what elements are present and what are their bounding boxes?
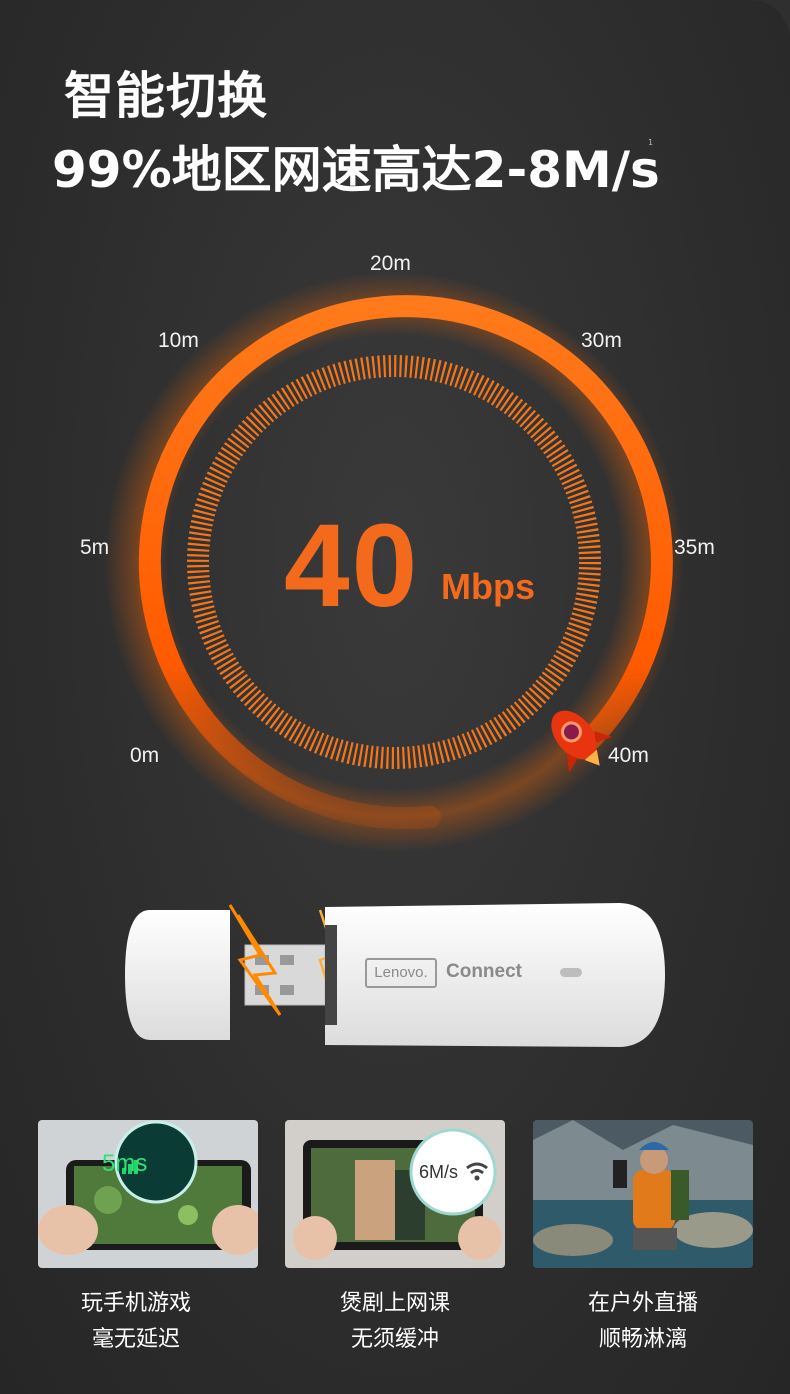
caption-line2: 顺畅淋漓 bbox=[598, 1327, 687, 1352]
gauge-label-40m: 40m bbox=[608, 744, 649, 767]
feature-card-streaming: 6M/s bbox=[285, 1120, 505, 1268]
lenovo-logo: Lenovo. bbox=[365, 958, 437, 988]
latency-badge: 5ms bbox=[102, 1150, 148, 1177]
speed-badge: 6M/s bbox=[419, 1162, 459, 1182]
dongle-cap bbox=[125, 910, 230, 1040]
feature-caption-gaming: 玩手机游戏 毫无延迟 bbox=[6, 1286, 266, 1358]
gauge-label-0m: 0m bbox=[130, 744, 160, 767]
feature-caption-outdoor: 在户外直播 顺畅淋漓 bbox=[513, 1286, 773, 1358]
caption-line1: 玩手机游戏 bbox=[80, 1291, 191, 1316]
gauge-label-35m: 35m bbox=[674, 536, 715, 559]
gauge-label-20m: 20m bbox=[370, 252, 411, 275]
feature-card-outdoor bbox=[533, 1120, 753, 1268]
feature-caption-streaming: 煲剧上网课 无须缓冲 bbox=[265, 1286, 525, 1358]
speed-value: 40 bbox=[284, 500, 420, 632]
outdoor-live-photo bbox=[533, 1120, 753, 1268]
page-background: 智能切换 99%地区网速高达2-8M/s 1 0m 5m 10m 20m 30m… bbox=[0, 0, 790, 1394]
status-led bbox=[560, 968, 582, 977]
tablet-photo bbox=[285, 1120, 505, 1268]
connect-logo: Connect bbox=[446, 961, 522, 982]
gauge-label-10m: 10m bbox=[158, 329, 199, 352]
gaming-photo bbox=[38, 1120, 258, 1268]
speed-gauge bbox=[104, 272, 684, 852]
caption-line2: 无须缓冲 bbox=[350, 1327, 439, 1352]
caption-line2: 毫无延迟 bbox=[91, 1327, 180, 1352]
caption-line1: 在户外直播 bbox=[587, 1291, 698, 1316]
gauge-label-5m: 5m bbox=[80, 536, 110, 559]
speed-unit: Mbps bbox=[441, 566, 535, 607]
feature-card-gaming: 5ms bbox=[38, 1120, 258, 1268]
caption-line1: 煲剧上网课 bbox=[339, 1291, 450, 1316]
gauge-label-30m: 30m bbox=[581, 329, 622, 352]
